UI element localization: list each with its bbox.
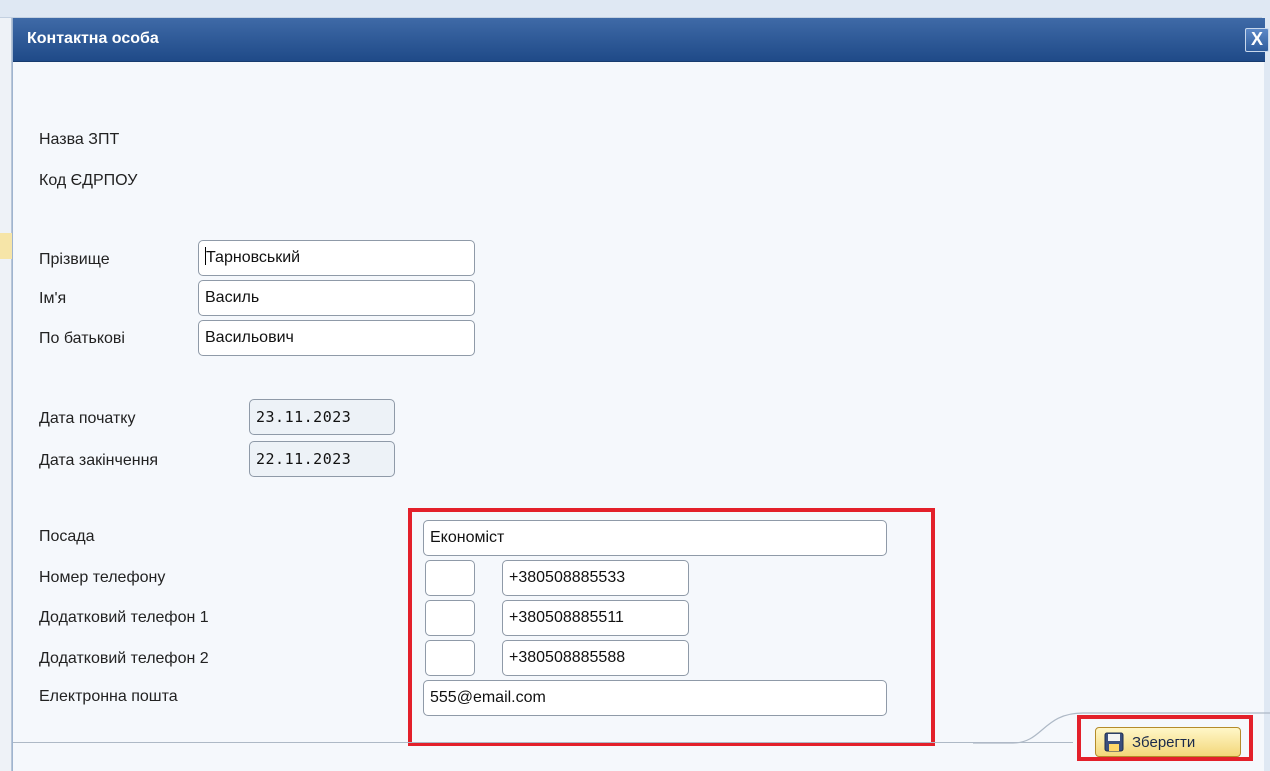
first-name-label: Ім'я [39, 290, 67, 307]
dialog-titlebar: Контактна особа X [13, 18, 1269, 62]
contact-person-dialog: Контактна особа X Назва ЗПТ Код ЄДРПОУ П… [12, 18, 1270, 771]
email-label: Електронна пошта [39, 688, 178, 705]
save-icon [1104, 732, 1124, 752]
patronymic-value: Васильович [205, 329, 294, 346]
start-date-value: 23.11.2023 [256, 408, 352, 426]
email-field[interactable]: 555@email.com [423, 680, 887, 716]
start-date-label: Дата початку [39, 410, 136, 427]
email-value: 555@email.com [430, 689, 546, 706]
patronymic-label: По батькові [39, 330, 125, 347]
surname-field[interactable]: Тарновський [198, 240, 475, 276]
first-name-field[interactable]: Василь [198, 280, 475, 316]
close-icon: X [1250, 29, 1263, 49]
position-label: Посада [39, 528, 95, 545]
background-app-header [0, 0, 1270, 18]
phone-code-field[interactable] [425, 560, 475, 596]
additional-phone-2-value: +380508885588 [509, 649, 626, 666]
additional-phone-1-field[interactable]: +380508885511 [502, 600, 689, 636]
end-date-value: 22.11.2023 [256, 450, 352, 468]
org-name-label: Назва ЗПТ [39, 131, 120, 148]
save-button-label: Зберегти [1132, 733, 1196, 751]
end-date-field: 22.11.2023 [249, 441, 395, 477]
additional-phone-1-value: +380508885511 [509, 609, 624, 626]
patronymic-field[interactable]: Васильович [198, 320, 475, 356]
phone-field[interactable]: +380508885533 [502, 560, 689, 596]
close-button[interactable]: X [1245, 28, 1269, 52]
end-date-label: Дата закінчення [39, 452, 159, 469]
additional-phone-2-code-field[interactable] [425, 640, 475, 676]
dialog-title: Контактна особа [27, 30, 159, 47]
first-name-value: Василь [205, 289, 260, 306]
surname-value: Тарновський [206, 249, 301, 266]
save-button[interactable]: Зберегти [1095, 727, 1241, 757]
additional-phone-2-field[interactable]: +380508885588 [502, 640, 689, 676]
footer-divider [13, 742, 1073, 743]
start-date-field: 23.11.2023 [249, 399, 395, 435]
background-app-left-strip [0, 18, 12, 771]
position-value: Економіст [430, 529, 505, 546]
additional-phone-2-label: Додатковий телефон 2 [39, 650, 209, 667]
additional-phone-1-label: Додатковий телефон 1 [39, 609, 209, 626]
position-field[interactable]: Економіст [423, 520, 887, 556]
phone-label: Номер телефону [39, 569, 166, 586]
surname-label: Прізвище [39, 251, 110, 268]
phone-value: +380508885533 [509, 569, 626, 586]
edrpou-label: Код ЄДРПОУ [39, 172, 138, 189]
background-highlight [0, 233, 12, 259]
additional-phone-1-code-field[interactable] [425, 600, 475, 636]
